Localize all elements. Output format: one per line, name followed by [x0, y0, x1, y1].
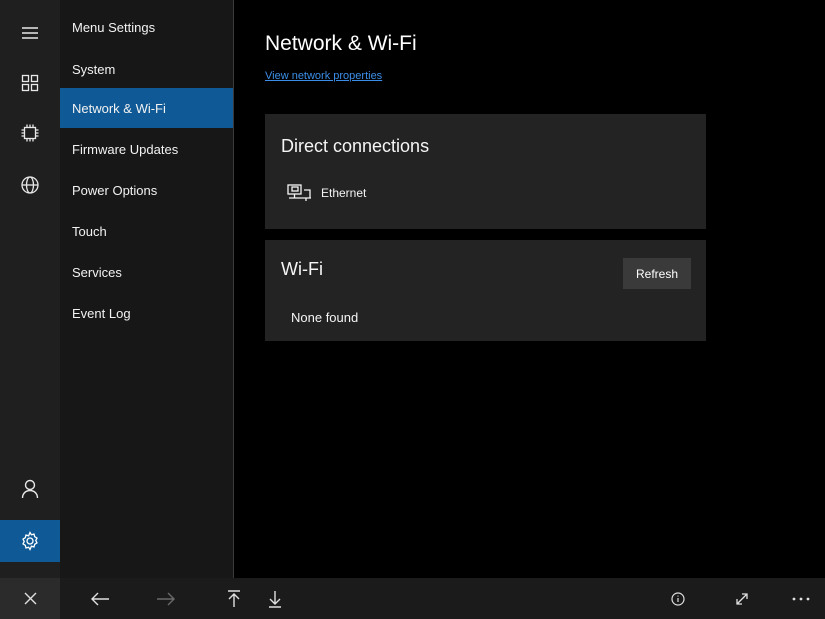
bottom-bar: [0, 578, 825, 619]
info-icon: [671, 591, 685, 606]
ethernet-label: Ethernet: [321, 186, 367, 200]
devices-button[interactable]: [0, 112, 60, 154]
close-button[interactable]: [0, 578, 60, 619]
settings-nav: Menu Settings System Network & Wi-Fi Fir…: [60, 0, 234, 578]
hamburger-menu-button[interactable]: [0, 12, 60, 54]
forward-button[interactable]: [146, 578, 186, 619]
settings-button[interactable]: [0, 520, 60, 562]
ethernet-icon: [287, 184, 311, 201]
network-button[interactable]: [0, 164, 60, 206]
scroll-bottom-icon: [269, 590, 281, 608]
wifi-card: Wi-Fi Refresh None found: [265, 240, 706, 341]
chip-icon: [21, 124, 39, 142]
nav-item-services[interactable]: Services: [60, 252, 233, 292]
globe-icon: [21, 176, 39, 194]
view-network-properties-link[interactable]: View network properties: [265, 70, 382, 82]
nav-item-event-log[interactable]: Event Log: [60, 293, 233, 333]
info-button[interactable]: [663, 578, 693, 619]
nav-item-menu-settings[interactable]: Menu Settings: [60, 6, 233, 42]
gear-icon: [22, 531, 38, 551]
page-title: Network & Wi-Fi: [265, 32, 417, 55]
back-arrow-icon: [91, 592, 109, 605]
scroll-bottom-button[interactable]: [260, 578, 290, 619]
grid-icon: [21, 74, 39, 92]
account-button[interactable]: [0, 468, 60, 510]
back-button[interactable]: [80, 578, 120, 619]
apps-button[interactable]: [0, 62, 60, 104]
nav-item-network-wifi[interactable]: Network & Wi-Fi: [60, 88, 233, 128]
hamburger-icon: [22, 27, 38, 39]
expand-icon: [736, 592, 748, 605]
direct-connections-title: Direct connections: [281, 136, 430, 156]
nav-item-system[interactable]: System: [60, 49, 233, 89]
scroll-top-button[interactable]: [219, 578, 249, 619]
more-button[interactable]: [786, 578, 816, 619]
wifi-title: Wi-Fi: [281, 259, 323, 279]
icon-rail: [0, 0, 60, 578]
wifi-status: None found: [291, 310, 359, 325]
forward-arrow-icon: [157, 592, 175, 605]
nav-item-power-options[interactable]: Power Options: [60, 170, 233, 210]
nav-item-touch[interactable]: Touch: [60, 211, 233, 251]
more-icon: [792, 597, 810, 600]
refresh-button[interactable]: Refresh: [623, 258, 691, 289]
direct-connections-card: Direct connections Ethernet: [265, 114, 706, 229]
person-icon: [21, 479, 39, 499]
nav-item-firmware-updates[interactable]: Firmware Updates: [60, 129, 233, 169]
main-content: Network & Wi-Fi View network properties …: [234, 0, 825, 578]
ethernet-connection[interactable]: Ethernet: [287, 184, 366, 202]
close-icon: [24, 592, 37, 605]
scroll-top-icon: [228, 589, 240, 607]
expand-button[interactable]: [727, 578, 757, 619]
